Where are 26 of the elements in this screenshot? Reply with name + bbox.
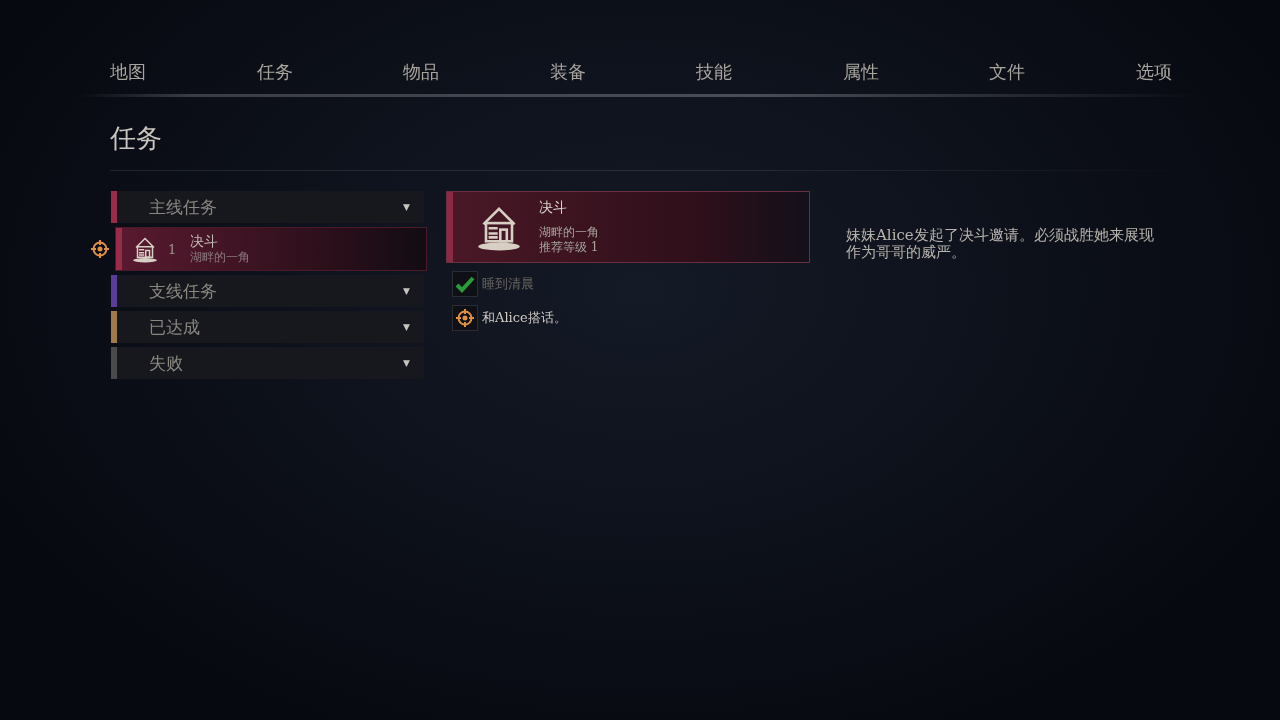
category-header[interactable]: 失败 ▼: [111, 347, 424, 379]
objective-text: 和Alice搭话。: [482, 309, 567, 327]
menu-tab[interactable]: 选项: [1135, 56, 1172, 88]
menu-tab[interactable]: 任务: [256, 56, 293, 88]
menu-tab[interactable]: 文件: [989, 56, 1026, 88]
quest-level: 1: [168, 241, 177, 257]
quest-location: 湖畔的一角: [190, 250, 251, 265]
category-header[interactable]: 已达成 ▼: [111, 311, 424, 343]
quest-location: 湖畔的一角: [539, 224, 599, 240]
menu-tab[interactable]: 地图: [110, 56, 146, 88]
category-header[interactable]: 主线任务 ▼: [111, 191, 424, 223]
quest-title: 决斗: [190, 233, 220, 251]
dropdown-caret: ▼: [403, 202, 410, 212]
objective-text: 睡到清晨: [482, 275, 534, 293]
menu-tab[interactable]: 属性: [842, 56, 879, 88]
dropdown-caret: ▼: [403, 358, 410, 368]
menu-tab[interactable]: 技能: [696, 56, 733, 88]
page-title: 任务: [110, 122, 163, 155]
recommended-level: 推荐等级 1: [539, 239, 599, 255]
dropdown-caret: ▼: [403, 286, 410, 296]
category-header[interactable]: 支线任务 ▼: [111, 275, 424, 307]
quest-description: 妹妹Alice发起了决斗邀请。必须战胜她来展现作为哥哥的威严。: [846, 227, 1155, 263]
dropdown-caret: ▼: [403, 322, 410, 332]
menu-tab[interactable]: 装备: [549, 56, 586, 88]
quest-title: 决斗: [539, 199, 568, 217]
menu-tab[interactable]: 物品: [403, 56, 440, 88]
